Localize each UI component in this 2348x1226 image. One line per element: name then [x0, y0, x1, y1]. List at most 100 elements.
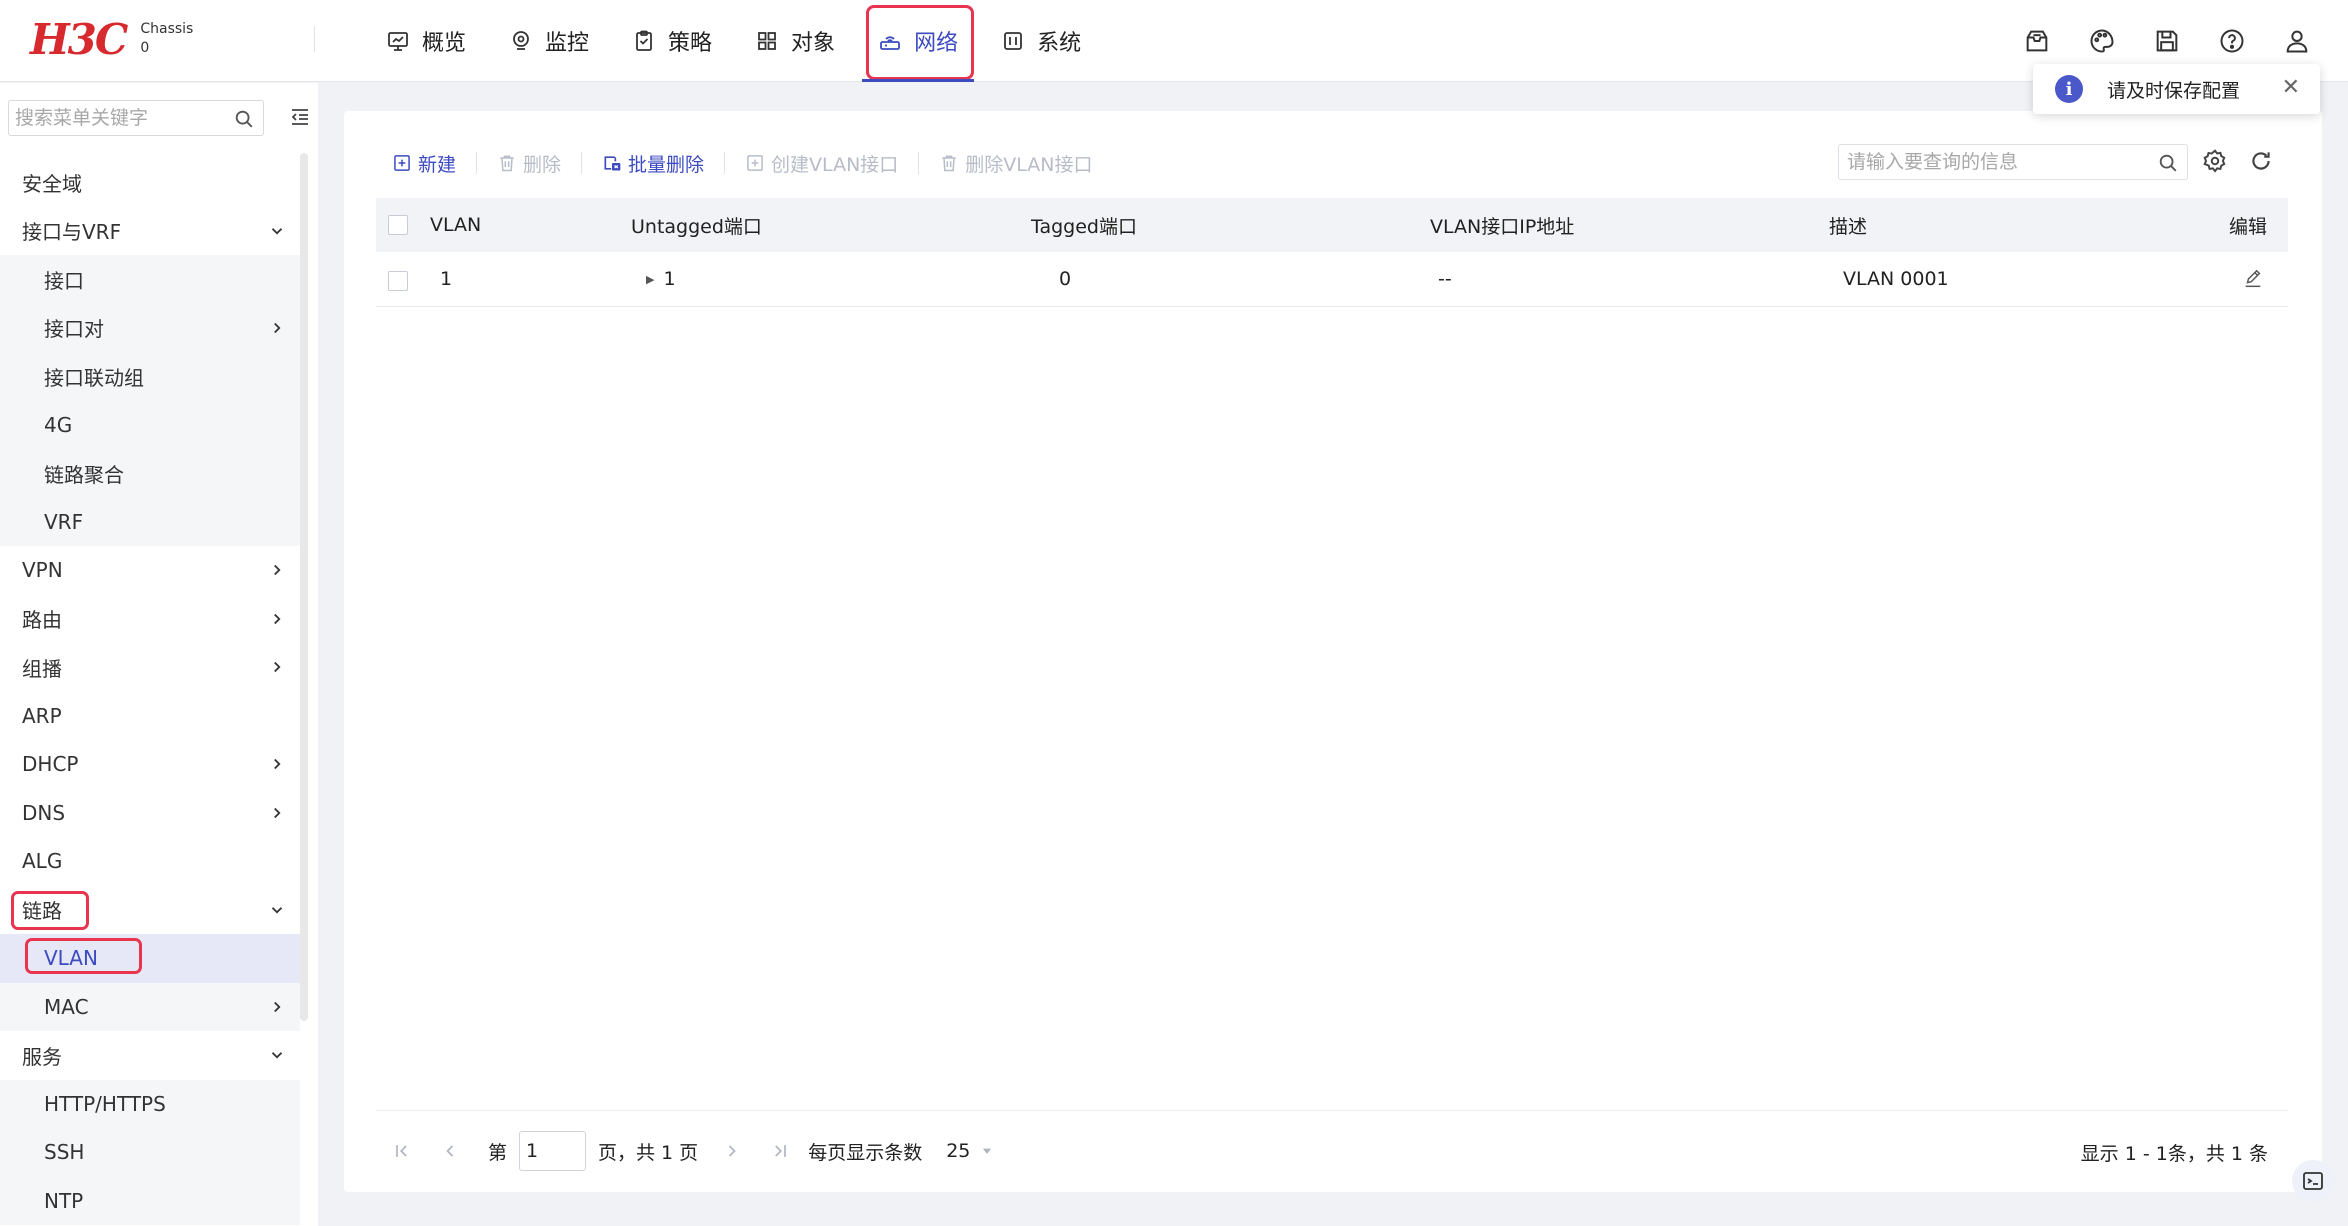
- sidebar-item-label: ARP: [22, 703, 62, 728]
- delete-button[interactable]: 删除: [497, 147, 561, 179]
- last-page-icon[interactable]: [770, 1141, 790, 1161]
- per-page-label: 每页显示条数: [808, 1141, 923, 1164]
- refresh-icon[interactable]: [2248, 148, 2274, 174]
- save-icon[interactable]: [2150, 24, 2184, 58]
- column-header-vlan-ip[interactable]: VLAN接口IP地址: [1430, 198, 1574, 252]
- cell-vlan: 1: [440, 268, 453, 290]
- trash-icon: [500, 155, 514, 172]
- sidebar-item-dhcp[interactable]: DHCP: [0, 740, 300, 789]
- logo[interactable]: H3C Chassis 0: [30, 18, 193, 62]
- sidebar-item-4g[interactable]: 4G: [0, 400, 300, 449]
- delete-vlan-interface-label: 删除VLAN接口: [965, 153, 1093, 176]
- highlight-box: [11, 890, 89, 930]
- column-header-description[interactable]: 描述: [1829, 198, 1867, 252]
- page-number-input[interactable]: 1: [519, 1131, 587, 1171]
- nav-overview[interactable]: 概览: [370, 0, 482, 82]
- batch-delete-icon: [604, 156, 621, 171]
- palette-icon[interactable]: [2085, 24, 2119, 58]
- next-page-icon[interactable]: [722, 1141, 742, 1161]
- gear-icon[interactable]: [2202, 148, 2228, 174]
- prev-page-icon[interactable]: [440, 1141, 460, 1161]
- sidebar-item-link-aggregation[interactable]: 链路聚合: [0, 449, 300, 498]
- batch-delete-label: 批量删除: [628, 153, 705, 176]
- batch-delete-button[interactable]: 批量删除: [602, 147, 704, 179]
- sidebar-item-ntp[interactable]: NTP: [0, 1176, 300, 1225]
- clipboard-icon: [636, 30, 652, 51]
- sidebar-item-label: MAC: [44, 994, 89, 1019]
- sidebar-item-alg[interactable]: ALG: [0, 837, 300, 886]
- nav-policy[interactable]: 策略: [616, 0, 728, 82]
- sidebar-item-label: NTP: [44, 1188, 84, 1213]
- cell-untagged[interactable]: ▶ 1: [646, 252, 676, 306]
- new-button[interactable]: 新建: [392, 147, 456, 179]
- sidebar-item-interface-pair[interactable]: 接口对: [0, 303, 300, 352]
- sidebar-item-vlan[interactable]: VLAN: [0, 934, 300, 983]
- table-header: VLAN Untagged端口 Tagged端口 VLAN接口IP地址 描述 编…: [376, 198, 2288, 252]
- first-page-icon[interactable]: [392, 1141, 412, 1161]
- plus-square-icon: [394, 155, 410, 171]
- sidebar-item-label: 接口: [44, 268, 84, 293]
- search-icon[interactable]: [2157, 152, 2179, 174]
- vlan-panel: 新建 删除 批量删除 创建VLAN接口 删除VLAN接口 VLAN Untagg: [344, 111, 2322, 1192]
- per-page-select[interactable]: 25: [946, 1140, 994, 1162]
- create-vlan-interface-label: 创建VLAN接口: [771, 153, 899, 176]
- divider: [724, 152, 726, 174]
- sidebar-scrollbar[interactable]: [300, 153, 308, 1021]
- sidebar-item-label: VRF: [44, 509, 84, 534]
- column-header-untagged[interactable]: Untagged端口: [631, 198, 762, 252]
- table-row[interactable]: 1 ▶ 1 0 -- VLAN 0001: [376, 252, 2288, 307]
- collapse-menu-icon[interactable]: [288, 105, 312, 129]
- sidebar-item-dns[interactable]: DNS: [0, 789, 300, 838]
- search-icon[interactable]: [233, 108, 255, 130]
- info-icon: i: [2055, 75, 2083, 103]
- user-icon[interactable]: [2280, 24, 2314, 58]
- nav-system[interactable]: 系统: [985, 0, 1097, 82]
- create-vlan-interface-button[interactable]: 创建VLAN接口: [745, 147, 898, 179]
- edit-button[interactable]: [2242, 252, 2264, 306]
- select-all-checkbox[interactable]: [388, 215, 408, 235]
- brand-logo: H3C: [30, 15, 128, 64]
- sidebar-item-vrf[interactable]: VRF: [0, 497, 300, 546]
- sidebar-item-ssh[interactable]: SSH: [0, 1128, 300, 1177]
- column-header-vlan[interactable]: VLAN: [430, 198, 481, 252]
- help-icon[interactable]: [2215, 24, 2249, 58]
- sidebar-item-label: ALG: [22, 849, 63, 874]
- nav-monitor[interactable]: 监控: [493, 0, 605, 82]
- sidebar-item-vpn[interactable]: VPN: [0, 546, 300, 595]
- sidebar-item-interface-vrf[interactable]: 接口与VRF: [0, 207, 300, 256]
- nav-network[interactable]: 网络: [862, 0, 975, 82]
- sidebar-item-interface-link-group[interactable]: 接口联动组: [0, 352, 300, 401]
- monitor-pin-icon: [513, 31, 529, 50]
- column-header-tagged[interactable]: Tagged端口: [1031, 198, 1137, 252]
- close-icon[interactable]: ✕: [2282, 77, 2300, 99]
- top-bar: H3C Chassis 0 概览 监控 策略 对象 网络 系统: [0, 0, 2348, 82]
- action-toolbar: 新建 删除 批量删除 创建VLAN接口 删除VLAN接口: [392, 147, 1093, 179]
- sidebar-item-arp[interactable]: ARP: [0, 692, 300, 741]
- mailbox-icon[interactable]: [2020, 24, 2054, 58]
- pagination: 第 1 页，共 1 页 每页显示条数 25: [392, 1129, 994, 1173]
- sidebar-item-service[interactable]: 服务: [0, 1031, 300, 1080]
- sidebar-item-interface[interactable]: 接口: [0, 255, 300, 304]
- sidebar-item-multicast[interactable]: 组播: [0, 643, 300, 692]
- sidebar-item-mac[interactable]: MAC: [0, 982, 300, 1031]
- sidebar-item-routing[interactable]: 路由: [0, 595, 300, 644]
- sidebar-item-label: VPN: [22, 558, 63, 583]
- row-checkbox[interactable]: [388, 271, 408, 291]
- sidebar-item-label: 接口与VRF: [22, 220, 122, 245]
- delete-vlan-interface-button[interactable]: 删除VLAN接口: [939, 147, 1093, 179]
- grid-icon: [758, 32, 776, 50]
- sidebar-item-security-zone[interactable]: 安全域: [0, 158, 300, 207]
- device-chassis: Chassis: [140, 21, 194, 37]
- trash-icon: [942, 155, 956, 172]
- menu-search-input[interactable]: [9, 101, 219, 135]
- expand-triangle-icon[interactable]: ▶: [646, 273, 654, 286]
- divider: [314, 26, 315, 52]
- chevron-right-icon: [274, 1001, 281, 1012]
- sidebar-item-link[interactable]: 链路: [0, 886, 300, 935]
- chevron-down-icon: [271, 227, 283, 235]
- menu-search: [8, 100, 264, 136]
- sidebar-item-http-https[interactable]: HTTP/HTTPS: [0, 1079, 300, 1128]
- table-search-input[interactable]: [1839, 145, 2139, 179]
- nav-object[interactable]: 对象: [739, 0, 851, 82]
- terminal-button[interactable]: [2292, 1160, 2334, 1202]
